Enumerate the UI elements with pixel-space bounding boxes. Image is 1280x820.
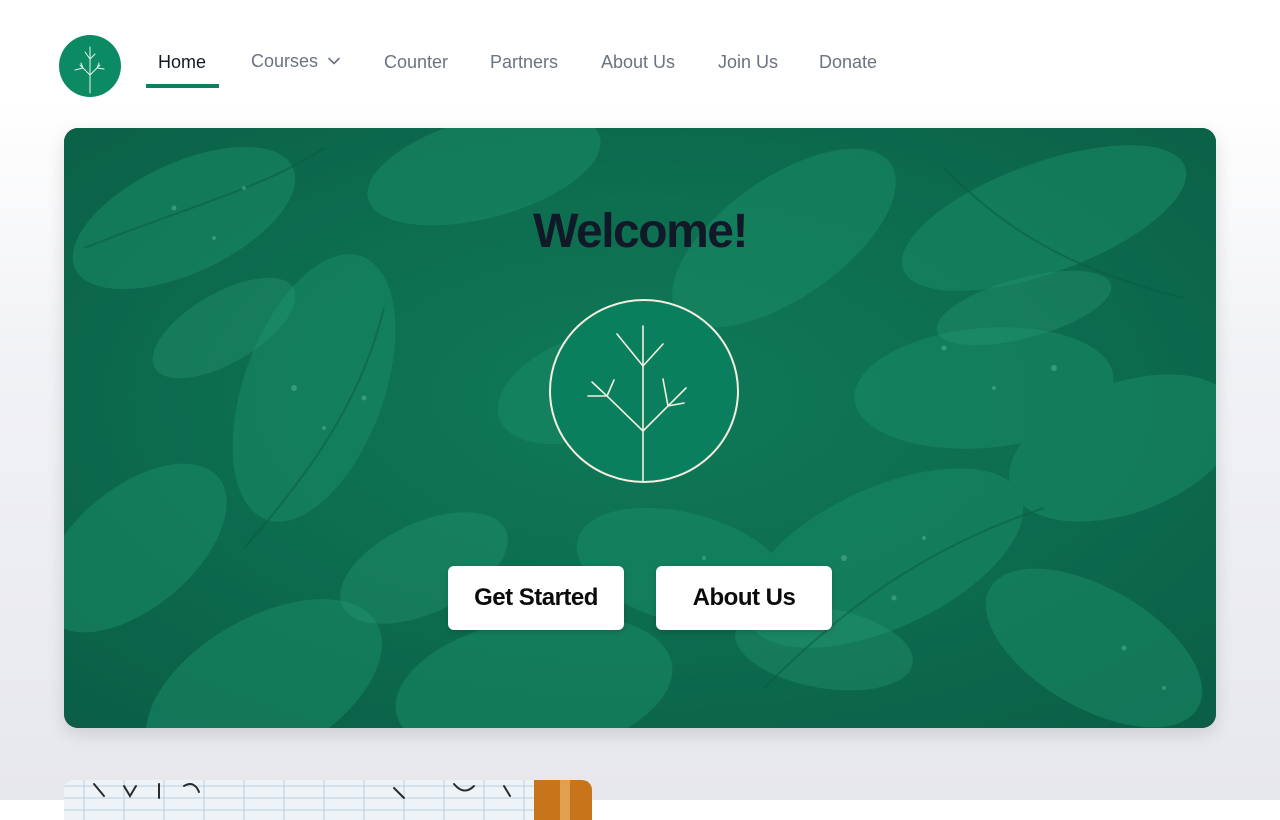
nav-item-donate[interactable]: Donate bbox=[819, 44, 877, 80]
nav-item-courses[interactable]: Courses bbox=[251, 43, 340, 79]
nav-item-donate-label: Donate bbox=[819, 51, 878, 72]
nav-item-home-label: Home bbox=[158, 51, 207, 72]
hero-title: Welcome! bbox=[533, 205, 748, 258]
nav-item-join-us[interactable]: Join Us bbox=[718, 44, 778, 80]
nav-item-about-us[interactable]: About Us bbox=[601, 44, 675, 80]
nav-item-about-us-label: About Us bbox=[601, 51, 676, 72]
nav-active-underline bbox=[146, 84, 219, 88]
tree-logo-icon[interactable] bbox=[59, 35, 121, 97]
main-navbar: Home Courses Counter Partners About Us J… bbox=[0, 0, 1280, 124]
card-thumbnail-image bbox=[64, 780, 592, 820]
get-started-button[interactable]: Get Started bbox=[448, 566, 624, 630]
hero-banner: Welcome! Get Started About Us bbox=[64, 128, 1216, 728]
nav-item-home[interactable]: Home bbox=[158, 44, 206, 80]
nav-item-counter[interactable]: Counter bbox=[384, 44, 448, 80]
nav-item-courses-label: Courses bbox=[251, 50, 319, 71]
chevron-down-icon bbox=[328, 57, 340, 65]
nav-item-join-us-label: Join Us bbox=[718, 51, 779, 72]
nav-item-partners[interactable]: Partners bbox=[490, 44, 558, 80]
nav-item-partners-label: Partners bbox=[490, 51, 559, 72]
about-us-button[interactable]: About Us bbox=[656, 566, 832, 630]
content-card-preview bbox=[64, 780, 592, 820]
nav-item-counter-label: Counter bbox=[384, 51, 449, 72]
tree-emblem-icon bbox=[548, 298, 740, 484]
